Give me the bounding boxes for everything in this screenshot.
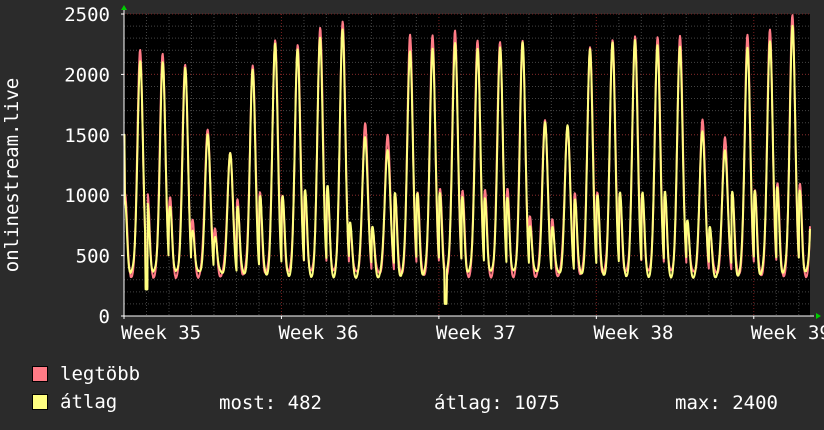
legend-label-avg: átlag [60, 391, 118, 413]
legend-item-avg: átlag [32, 391, 118, 413]
y-axis-arrow-icon [121, 5, 127, 10]
stat-average-value: 1075 [514, 392, 560, 414]
stat-average: átlag: 1075 [434, 392, 560, 414]
stat-now-label: most: [219, 392, 277, 414]
x-tick-label: Week 35 [121, 322, 201, 344]
stat-max: max: 2400 [675, 392, 778, 414]
legend-swatch-avg [32, 394, 48, 410]
y-tick-label: 1000 [64, 185, 110, 207]
y-tick-label: 2000 [64, 64, 110, 86]
x-tick-label: Week 39 [751, 322, 824, 344]
x-tick-label: Week 36 [278, 322, 358, 344]
line-chart: 0 500 1000 1500 2000 2500 Week 35 Week 36 Week 3… [1, 4, 824, 344]
legend-label-max: legtöbb [60, 363, 141, 385]
y-tick-label: 2500 [64, 4, 110, 26]
legend-item-max: legtöbb [32, 363, 141, 385]
y-tick-label: 0 [99, 306, 110, 328]
x-axis-arrow-icon [816, 313, 821, 319]
y-tick-label: 500 [76, 246, 110, 268]
y-tick-label: 1500 [64, 125, 110, 147]
stat-now: most: 482 [219, 392, 322, 414]
x-tick-label: Week 38 [593, 322, 673, 344]
stat-average-label: átlag: [434, 392, 503, 414]
stat-now-value: 482 [287, 392, 322, 414]
y-axis-label: onlinestream.live [1, 78, 23, 272]
stat-max-label: max: [675, 392, 721, 414]
legend-swatch-max [32, 366, 48, 382]
stat-max-value: 2400 [732, 392, 778, 414]
x-tick-label: Week 37 [436, 322, 516, 344]
